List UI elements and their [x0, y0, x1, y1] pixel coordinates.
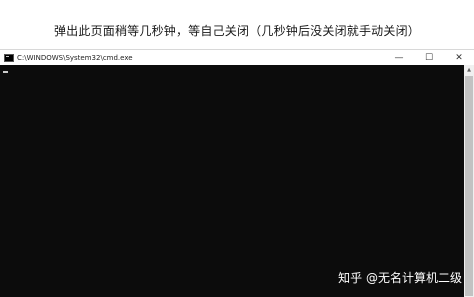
close-button[interactable]: ✕	[444, 50, 474, 65]
screenshot-page: 弹出此页面稍等几秒钟，等自己关闭（几秒钟后没关闭就手动关闭） C:\WINDOW…	[0, 0, 474, 297]
maximize-button[interactable]: ☐	[414, 50, 444, 65]
cmd-window[interactable]: C:\WINDOWS\System32\cmd.exe — ☐ ✕ ▲ 知乎 @…	[0, 49, 474, 297]
window-title: C:\WINDOWS\System32\cmd.exe	[17, 53, 133, 62]
instruction-caption: 弹出此页面稍等几秒钟，等自己关闭（几秒钟后没关闭就手动关闭）	[53, 24, 420, 38]
cmd-icon	[4, 53, 14, 62]
console-area[interactable]	[0, 65, 464, 297]
window-controls: — ☐ ✕	[384, 50, 474, 65]
scroll-thumb[interactable]	[465, 76, 473, 296]
zhihu-watermark: 知乎 @无名计算机二级	[338, 271, 462, 285]
minimize-button[interactable]: —	[384, 50, 414, 65]
title-bar[interactable]: C:\WINDOWS\System32\cmd.exe — ☐ ✕	[0, 50, 474, 65]
vertical-scrollbar[interactable]: ▲	[464, 65, 474, 297]
up-arrow-icon[interactable]: ▲	[464, 65, 474, 75]
text-cursor	[3, 71, 8, 73]
